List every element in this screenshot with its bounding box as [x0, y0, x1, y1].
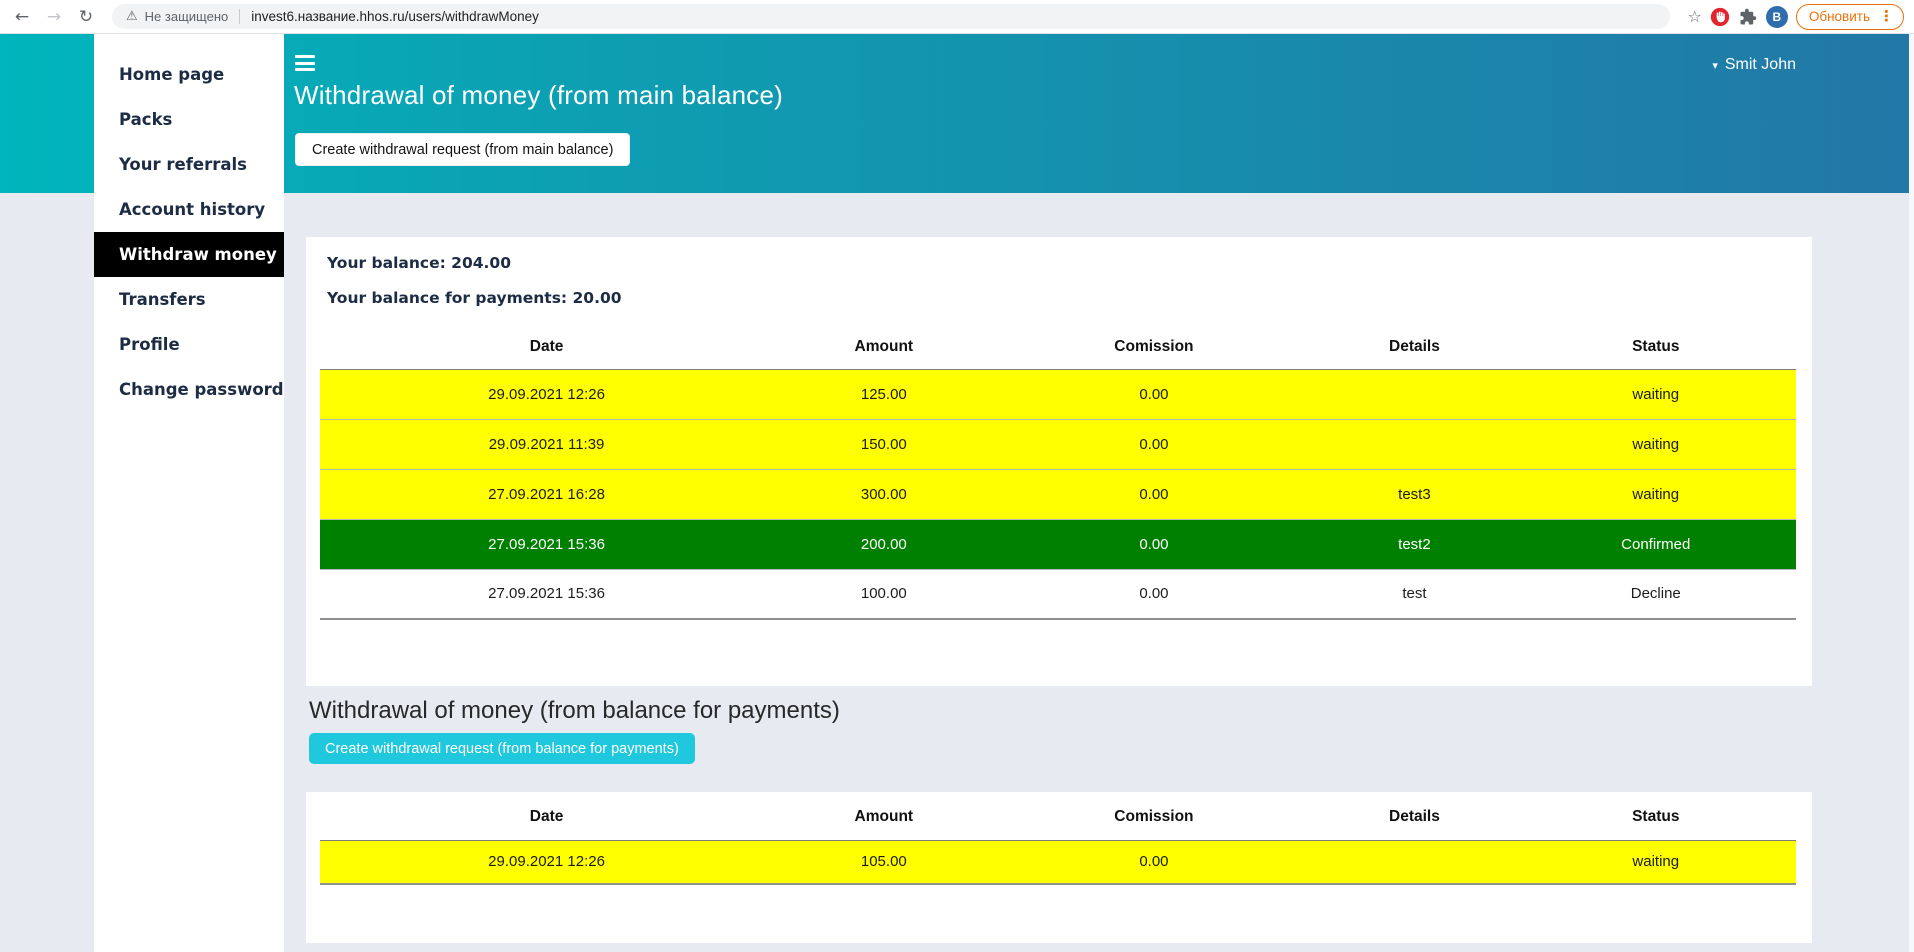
section-title-payments: Withdrawal of money (from balance for pa… [309, 697, 840, 724]
column-header-date: Date [320, 325, 774, 370]
user-name: Smit John [1724, 56, 1796, 73]
bookmark-star-icon[interactable]: ☆ [1688, 7, 1702, 26]
payments-balance-card: Date Amount Comission Details Status 29.09.2… [306, 792, 1812, 943]
table-cell: 0.00 [994, 419, 1314, 470]
table-cell: 0.00 [994, 840, 1314, 885]
table-cell [1313, 369, 1516, 420]
forward-icon[interactable]: → [42, 5, 66, 29]
sidebar-item-change-password[interactable]: Change password [94, 367, 284, 412]
table-cell: Confirmed [1515, 519, 1796, 570]
user-menu[interactable]: ▾ Smit John [1712, 56, 1796, 74]
table-cell: test3 [1313, 469, 1516, 520]
column-header-amount: Amount [773, 794, 995, 841]
sidebar-item-profile[interactable]: Profile [94, 322, 284, 367]
table-cell [1313, 419, 1516, 470]
table-cell: 27.09.2021 16:28 [320, 469, 774, 520]
table-row[interactable]: 27.09.2021 15:36 200.00 0.00 test2 Confirmed [320, 519, 1796, 570]
table-cell: 125.00 [773, 369, 995, 420]
table-cell: 300.00 [773, 469, 995, 520]
table-cell [1313, 840, 1516, 885]
update-button-label: Обновить [1808, 9, 1870, 24]
table-header-row: Date Amount Comission Details Status [320, 325, 1796, 370]
not-secure-warning-icon[interactable]: ⚠ [126, 9, 138, 24]
url-text[interactable]: invest6.название.hhos.ru/users/withdrawM… [251, 9, 539, 24]
table-cell: 0.00 [994, 469, 1314, 520]
table-cell: 29.09.2021 12:26 [320, 840, 774, 885]
table-cell: 200.00 [773, 519, 995, 570]
sidebar-item-home-page[interactable]: Home page [94, 52, 284, 97]
adblock-hand-icon[interactable] [1710, 7, 1730, 27]
table-cell: waiting [1515, 419, 1796, 470]
extensions-puzzle-icon[interactable] [1738, 7, 1758, 27]
table-cell: 0.00 [994, 569, 1314, 620]
table-header-row: Date Amount Comission Details Status [320, 794, 1796, 841]
app-background: Withdrawal of money (from main balance) … [0, 34, 1914, 952]
column-header-details: Details [1313, 325, 1516, 370]
chevron-down-icon: ▾ [1712, 58, 1718, 72]
table-row[interactable]: 29.09.2021 11:39 150.00 0.00 waiting [320, 419, 1796, 470]
reload-icon[interactable]: ↻ [74, 5, 98, 29]
table-cell: 27.09.2021 15:36 [320, 519, 774, 570]
column-header-date: Date [320, 794, 774, 841]
sidebar-item-account-history[interactable]: Account history [94, 187, 284, 232]
browser-profile-avatar[interactable]: B [1765, 5, 1788, 28]
table-cell: waiting [1515, 840, 1796, 885]
divider [239, 9, 241, 24]
security-label: Не защищено [144, 9, 229, 24]
column-header-comission: Comission [994, 794, 1314, 841]
column-header-status: Status [1515, 325, 1796, 370]
scrollbar[interactable] [1909, 34, 1914, 952]
table-cell: 29.09.2021 11:39 [320, 419, 774, 470]
page-title: Withdrawal of money (from main balance) [294, 80, 783, 110]
table-cell: 150.00 [773, 419, 995, 470]
sidebar-item-transfers[interactable]: Transfers [94, 277, 284, 322]
browser-toolbar: ← → ↻ ⚠ Не защищено invest6.название.hho… [0, 0, 1914, 34]
sidebar-item-withdraw-money[interactable]: Withdraw money [94, 232, 284, 277]
column-header-amount: Amount [773, 325, 995, 370]
table-row[interactable]: 29.09.2021 12:26 125.00 0.00 waiting [320, 369, 1796, 420]
column-header-details: Details [1313, 794, 1516, 841]
table-cell: 100.00 [773, 569, 995, 620]
table-cell: 0.00 [994, 369, 1314, 420]
page-header: Withdrawal of money (from main balance) … [0, 34, 1914, 193]
table-cell: Decline [1515, 569, 1796, 620]
table-cell: 27.09.2021 15:36 [320, 569, 774, 620]
table-cell: waiting [1515, 469, 1796, 520]
sidebar-item-packs[interactable]: Packs [94, 97, 284, 142]
table-cell: 105.00 [773, 840, 995, 885]
table-cell: test2 [1313, 519, 1516, 570]
balance-payments-text: Your balance for payments: 20.00 [327, 289, 622, 307]
back-icon[interactable]: ← [10, 5, 34, 29]
create-withdrawal-main-button[interactable]: Create withdrawal request (from main bal… [295, 133, 631, 166]
hamburger-menu-icon[interactable] [295, 55, 315, 71]
table-cell: 29.09.2021 12:26 [320, 369, 774, 420]
table-row[interactable]: 29.09.2021 12:26 105.00 0.00 waiting [320, 840, 1796, 885]
address-bar[interactable]: ⚠ Не защищено invest6.название.hhos.ru/u… [112, 4, 1670, 29]
table-cell: waiting [1515, 369, 1796, 420]
browser-menu-kebab-icon[interactable]: ⋮ [1876, 9, 1897, 24]
update-button[interactable]: Обновить ⋮ [1795, 3, 1904, 30]
withdrawals-table-main: Date Amount Comission Details Status 29.09.2… [320, 325, 1796, 620]
table-cell: test [1313, 569, 1516, 620]
create-withdrawal-payments-button[interactable]: Create withdrawal request (from balance … [309, 733, 695, 764]
balance-text: Your balance: 204.00 [327, 254, 511, 272]
sidebar: Home page Packs Your referrals Account hist… [94, 34, 284, 952]
withdrawals-table-payments: Date Amount Comission Details Status 29.09.2… [320, 794, 1796, 885]
table-row[interactable]: 27.09.2021 16:28 300.00 0.00 test3 waiting [320, 469, 1796, 520]
main-balance-card: Your balance: 204.00 Your balance for pa… [306, 237, 1812, 686]
table-row[interactable]: 27.09.2021 15:36 100.00 0.00 test Decline [320, 569, 1796, 620]
table-cell: 0.00 [994, 519, 1314, 570]
sidebar-item-your-referrals[interactable]: Your referrals [94, 142, 284, 187]
column-header-comission: Comission [994, 325, 1314, 370]
column-header-status: Status [1515, 794, 1796, 841]
